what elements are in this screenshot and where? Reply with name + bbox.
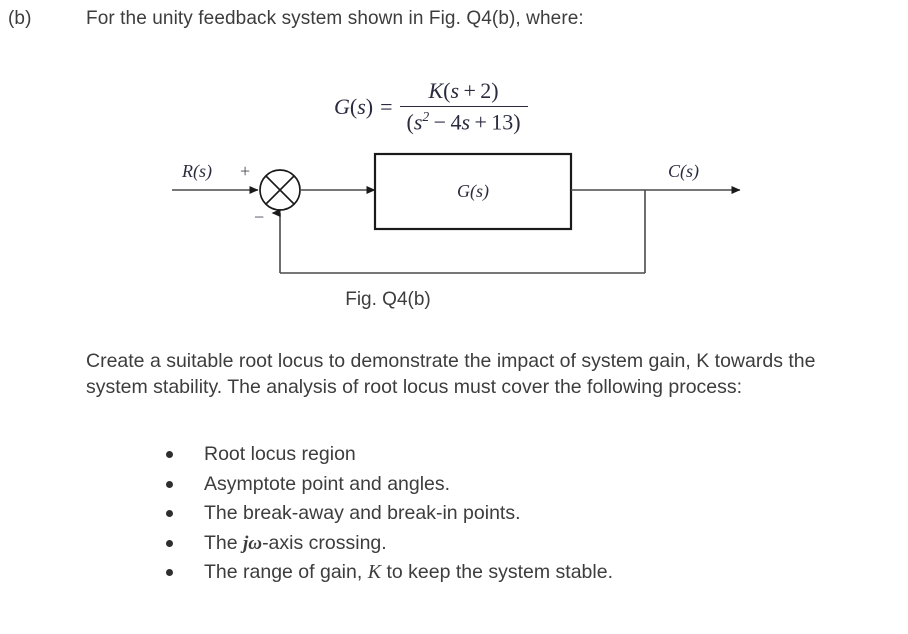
list-item: The jω-axis crossing. [160, 529, 860, 559]
list-item-text-pre: The [204, 531, 244, 554]
requirements-list: Root locus region Asymptote point and an… [160, 440, 860, 587]
list-item-text-post: -axis crossing. [262, 531, 387, 554]
bullet-dot-icon [166, 539, 173, 547]
denominator-minus: − [433, 109, 447, 135]
transfer-function-equation: G(s) = K(s + 2) (s2 − 4s + 13) [334, 78, 528, 135]
list-item-text-pre: Asymptote point and angles. [204, 472, 451, 495]
denominator-constant: 13 [491, 109, 514, 135]
block-diagram-svg: G(s) R(s) C(s) + − [172, 152, 741, 274]
list-item-text-pre: The range of gain, [204, 561, 368, 583]
bullet-dot-icon [166, 451, 173, 458]
list-item: Asymptote point and angles. [160, 470, 860, 500]
question-intro-text: For the unity feedback system shown in F… [86, 8, 584, 29]
denominator-plus: + [474, 109, 487, 135]
fraction: K(s + 2) (s2 − 4s + 13) [399, 78, 528, 135]
fraction-numerator: K(s + 2) [421, 78, 505, 106]
block-diagram: G(s) R(s) C(s) + − [0, 145, 908, 290]
numerator-open-paren: ( [443, 78, 451, 103]
output-label: C(s) [668, 161, 699, 182]
bullet-dot-icon [166, 510, 173, 517]
plant-block-label: G(s) [457, 181, 489, 202]
denominator-power: 2 [422, 108, 430, 124]
equation-lhs: G(s) [334, 93, 374, 119]
denominator-coef: 4 [450, 109, 462, 135]
fraction-denominator: (s2 − 4s + 13) [399, 105, 528, 135]
equals-sign: = [380, 93, 393, 119]
numerator-close-paren: ) [491, 78, 499, 103]
bullet-dot-icon [166, 480, 173, 488]
minus-sign-label: − [254, 207, 264, 227]
question-label: (b) [8, 8, 32, 29]
denominator-s2: s [461, 109, 471, 135]
list-item-text-italic: K [367, 561, 382, 583]
denominator-close-paren: ) [513, 109, 521, 135]
denominator-open-paren: ( [406, 109, 414, 135]
numerator-s: s [450, 78, 460, 103]
list-item: Root locus region [160, 440, 860, 470]
input-label: R(s) [181, 161, 212, 182]
paragraph-gain-symbol: K [696, 350, 710, 372]
list-item-text-pre: Root locus region [204, 443, 356, 465]
numerator-gain: K [428, 78, 444, 103]
numerator-zero: 2 [480, 78, 492, 103]
list-item-text-post: to keep the system stable. [381, 561, 613, 583]
worksheet-page: { "question": { "label": "(b)", "intro":… [0, 0, 908, 634]
numerator-plus: + [463, 78, 476, 103]
figure-caption: Fig. Q4(b) [0, 289, 908, 311]
list-item-text-italic: jω [243, 532, 263, 554]
plus-sign-label: + [240, 161, 250, 181]
list-item: The break-away and break-in points. [160, 499, 860, 529]
instruction-paragraph: Create a suitable root locus to demonstr… [86, 348, 846, 400]
list-item-text-pre: The break-away and break-in points. [204, 502, 521, 524]
list-item: The range of gain, K to keep the system … [160, 558, 860, 587]
bullet-dot-icon [166, 569, 173, 576]
figure-caption-text: Fig. Q4(b) [345, 289, 431, 310]
paragraph-part-1: Create a suitable root locus to demonstr… [86, 350, 697, 372]
